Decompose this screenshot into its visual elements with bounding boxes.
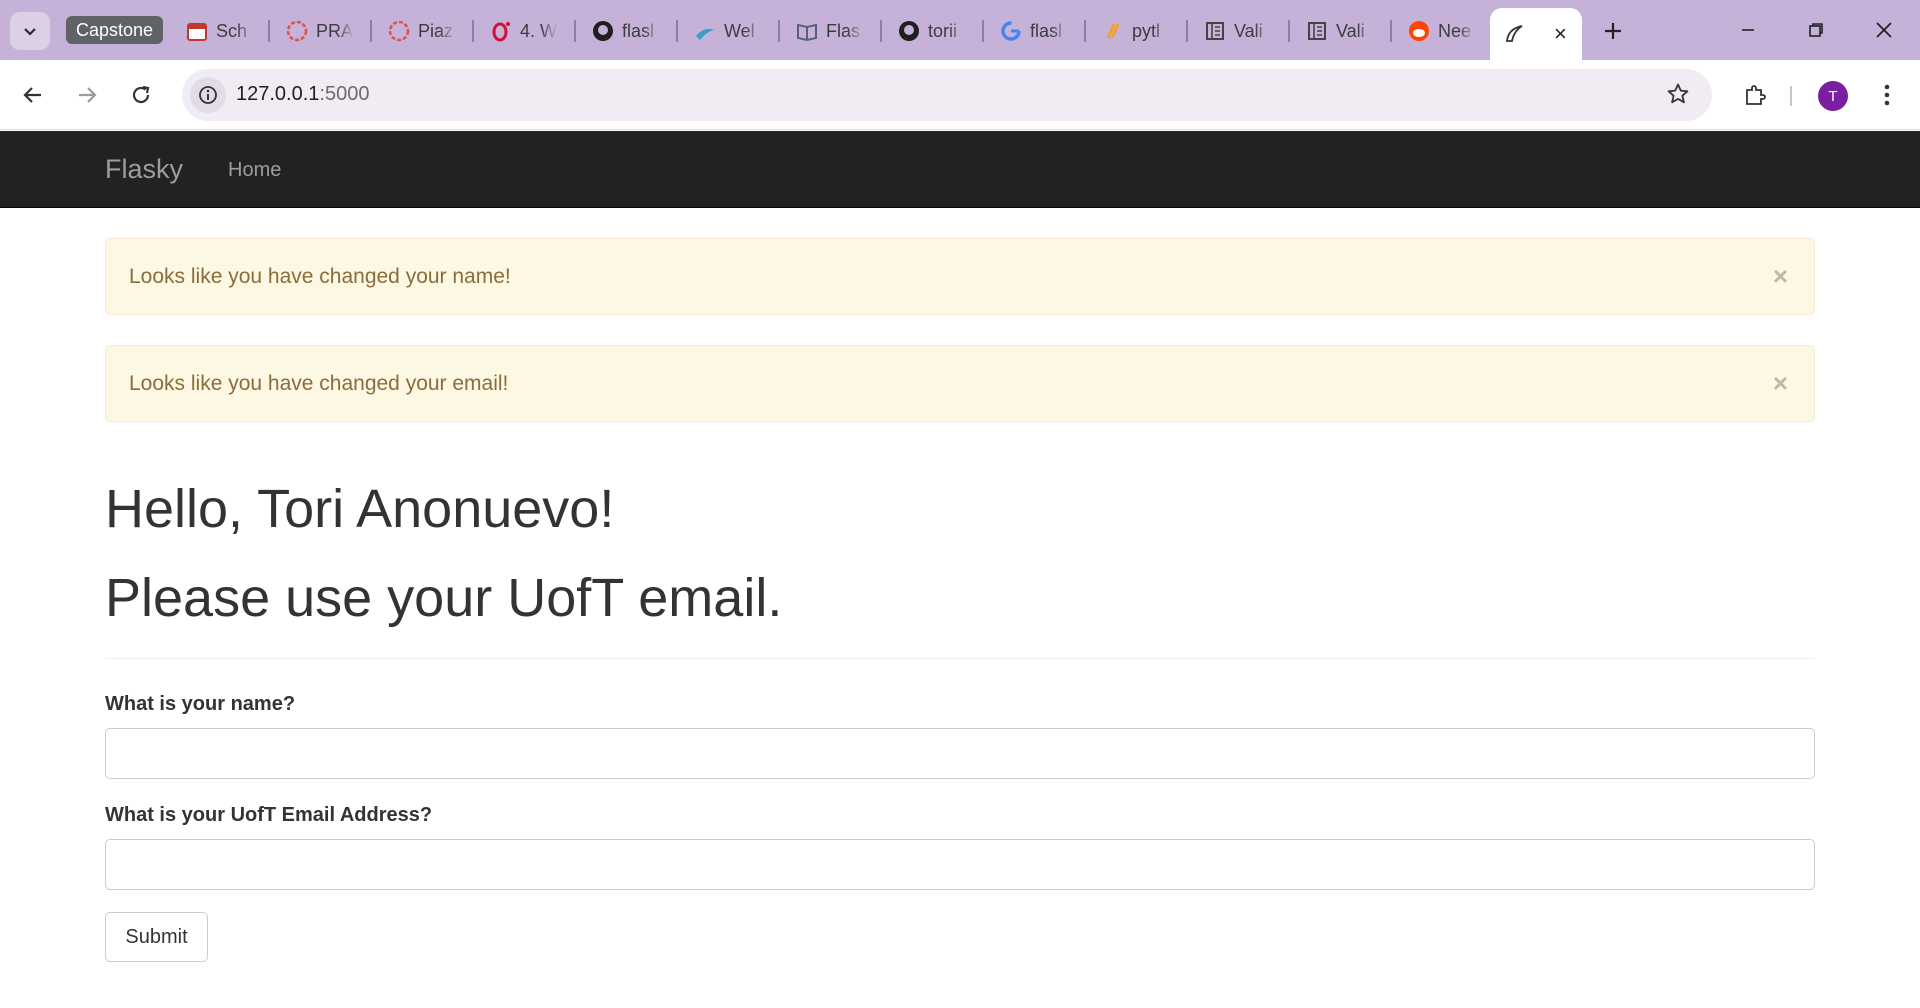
tab-12[interactable]: Vali [1290, 12, 1390, 50]
tab-6[interactable]: Wel [678, 12, 778, 50]
info-icon [199, 86, 217, 104]
site-info-button[interactable] [190, 77, 226, 113]
name-field[interactable] [105, 728, 1815, 779]
piazza-icon [388, 20, 410, 42]
active-tab[interactable]: × [1490, 8, 1582, 60]
url-text[interactable]: 127.0.0.1:5000 [236, 83, 369, 106]
minimize-icon [1742, 29, 1754, 31]
tab-10[interactable]: pytl [1086, 12, 1186, 50]
reddit-icon [1408, 20, 1430, 42]
tab-title: Flas [826, 20, 861, 41]
tab-9[interactable]: flasl [984, 12, 1084, 50]
arrow-right-icon [79, 87, 97, 103]
tab-title: Sch [216, 20, 248, 41]
forward-button[interactable] [68, 76, 106, 114]
tab-11[interactable]: Vali [1188, 12, 1288, 50]
tab-title: flasl [1030, 20, 1063, 41]
browser-menu-button[interactable] [1870, 76, 1904, 114]
tab-title: Vali [1234, 20, 1263, 41]
tab-title: PRA [316, 20, 354, 41]
reload-icon [132, 85, 150, 104]
toolbar-divider [1790, 86, 1792, 106]
tab-1[interactable]: Sch [170, 12, 268, 50]
alert-close-button[interactable]: × [1773, 368, 1788, 399]
github-icon [592, 20, 614, 42]
alert-message: Looks like you have changed your email! [129, 372, 509, 395]
book-icon [796, 20, 818, 42]
chevron-down-icon [24, 28, 36, 36]
url-port: :5000 [319, 83, 370, 105]
tab-5[interactable]: flasl [576, 12, 676, 50]
close-window-button[interactable] [1862, 12, 1906, 48]
tab-title: torii [928, 20, 958, 41]
alert-warning: Looks like you have changed your email! … [105, 345, 1815, 422]
tab-title: Piaz [418, 20, 454, 41]
opera-icon [490, 20, 512, 42]
star-icon [1667, 83, 1689, 104]
github-icon [898, 20, 920, 42]
divider [105, 658, 1815, 659]
email-field[interactable] [105, 839, 1815, 890]
tab-7[interactable]: Flas [780, 12, 880, 50]
tab-8[interactable]: torii [882, 12, 982, 50]
alert-message: Looks like you have changed your name! [129, 265, 511, 288]
name-label: What is your name? [105, 693, 296, 715]
extensions-button[interactable] [1736, 76, 1774, 114]
navbar-brand[interactable]: Flasky [105, 154, 183, 185]
flask-icon [694, 20, 716, 42]
tab-title: flasl [622, 20, 655, 41]
minimize-button[interactable] [1726, 12, 1770, 48]
submit-button[interactable]: Submit [105, 912, 208, 962]
flask-horn-icon [1504, 23, 1526, 45]
new-tab-button[interactable] [1596, 14, 1630, 48]
page-note: Please use your UofT email. [105, 568, 783, 628]
more-vert-icon [1884, 84, 1890, 106]
calendar-icon [186, 20, 208, 42]
google-icon [1000, 20, 1022, 42]
reload-button[interactable] [122, 76, 160, 114]
close-tab-icon[interactable]: × [1554, 21, 1567, 47]
tab-4[interactable]: 4. W [474, 12, 574, 50]
alert-warning: Looks like you have changed your name! × [105, 238, 1815, 315]
page-greeting: Hello, Tori Anonuevo! [105, 479, 615, 539]
tab-title: pytl [1132, 20, 1161, 41]
tab-title: Vali [1336, 20, 1365, 41]
url-host: 127.0.0.1 [236, 83, 320, 105]
back-button[interactable] [14, 76, 52, 114]
docs-icon [1306, 20, 1328, 42]
restore-button[interactable] [1794, 12, 1838, 48]
arrow-left-icon [23, 87, 41, 103]
puzzle-icon [1746, 85, 1766, 105]
restore-icon [1809, 23, 1823, 37]
close-icon [1876, 22, 1892, 38]
tab-search-button[interactable] [10, 12, 50, 50]
bookmark-button[interactable] [1666, 82, 1690, 111]
profile-avatar[interactable]: T [1818, 81, 1848, 111]
site-navbar: Flasky Home [0, 131, 1920, 208]
email-label: What is your UofT Email Address? [105, 804, 433, 826]
address-bar[interactable]: 127.0.0.1:5000 [182, 69, 1712, 121]
tab-strip: Capstone Sch PRA Piaz 4. W flasl Wel Fla… [0, 0, 1920, 60]
tab-3[interactable]: Piaz [372, 12, 472, 50]
tab-2[interactable]: PRA [270, 12, 370, 50]
plus-icon [1605, 23, 1621, 39]
tab-title: Wel [724, 20, 755, 41]
tab-title: 4. W [520, 20, 558, 41]
browser-toolbar: 127.0.0.1:5000 T [0, 60, 1920, 130]
python-icon [1102, 20, 1124, 42]
tab-title: Nee [1438, 20, 1472, 41]
docs-icon [1204, 20, 1226, 42]
tab-group-chip[interactable]: Capstone [66, 16, 164, 44]
tab-13[interactable]: Nee [1392, 12, 1488, 50]
nav-link-home[interactable]: Home [228, 159, 281, 182]
alert-close-button[interactable]: × [1773, 261, 1788, 292]
piazza-icon [286, 20, 308, 42]
